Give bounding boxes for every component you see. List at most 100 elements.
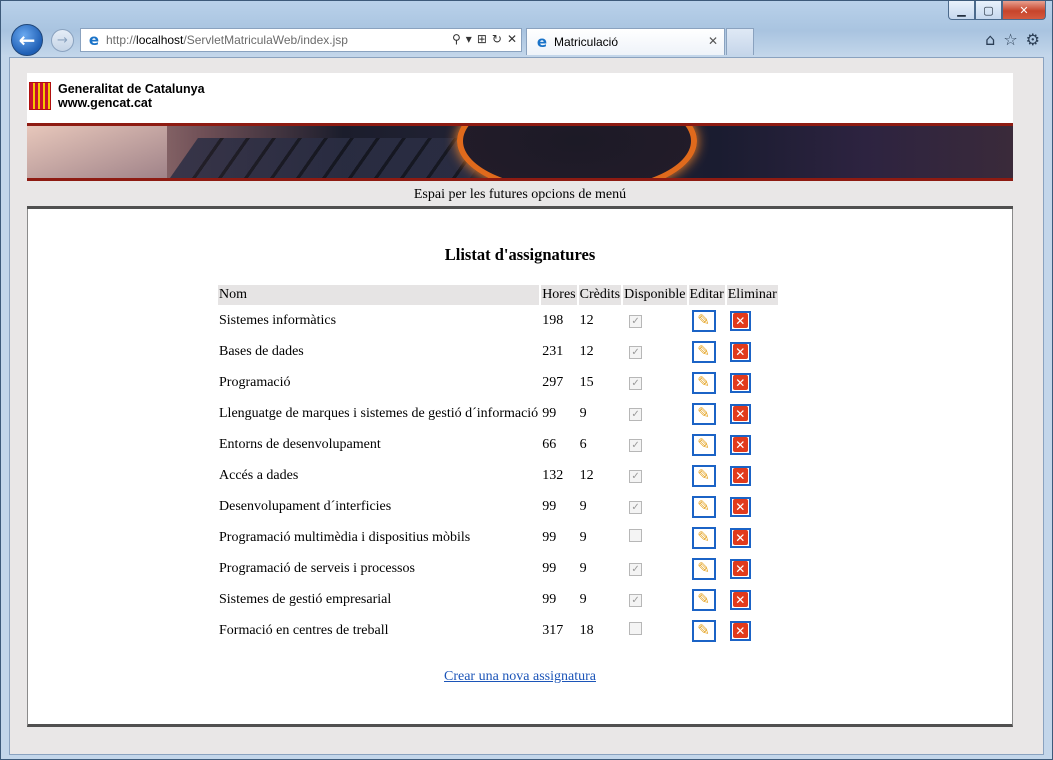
subject-name: Accés a dades: [219, 467, 299, 483]
subject-credits: 9: [579, 498, 587, 514]
subject-hours: 99: [542, 405, 557, 421]
toolbar-icons: ⌂ ☆ ⚙: [985, 30, 1040, 49]
banner-cup: [457, 126, 697, 178]
window-controls: ▁ ▢ ✕: [948, 1, 1046, 21]
stop-icon[interactable]: ✕: [507, 32, 517, 46]
table-row: Programació multimèdia i dispositius mòb…: [218, 522, 778, 553]
tab-close-icon[interactable]: ✕: [708, 34, 718, 48]
settings-gear-icon[interactable]: ⚙: [1026, 30, 1040, 49]
col-disponible: Disponible: [623, 285, 687, 305]
col-editar: Editar: [688, 285, 725, 305]
refresh-icon[interactable]: ↻: [492, 32, 502, 46]
delete-button[interactable]: ✕: [729, 465, 751, 486]
edit-button[interactable]: ✎: [691, 526, 716, 549]
favorites-star-icon[interactable]: ☆: [1003, 30, 1017, 49]
edit-cell: ✎: [689, 553, 725, 584]
delete-button[interactable]: ✕: [729, 527, 751, 548]
delete-cell: ✕: [727, 336, 778, 367]
table-row: Programació de serveis i processos 99 9 ✓ ✎ ✕: [218, 553, 778, 584]
available-checkbox: ✓: [629, 469, 643, 483]
delete-button[interactable]: ✕: [729, 496, 751, 517]
available-checkbox: ✓: [629, 376, 643, 390]
edit-button[interactable]: ✎: [691, 371, 716, 394]
delete-button[interactable]: ✕: [729, 620, 751, 641]
banner-keyboard: [155, 138, 499, 178]
available-checkbox: ✓: [629, 314, 643, 328]
delete-button[interactable]: ✕: [729, 434, 751, 455]
subject-credits: 9: [579, 405, 587, 421]
pencil-icon: ✎: [697, 528, 710, 546]
table-row: Sistemes informàtics 198 12 ✓ ✎ ✕: [218, 305, 778, 336]
subject-hours: 132: [542, 467, 564, 483]
search-icon[interactable]: ⚲: [452, 32, 461, 46]
gencat-logo-text[interactable]: Generalitat de Catalunya www.gencat.cat: [58, 82, 205, 110]
minimize-button[interactable]: ▁: [948, 1, 975, 20]
page-viewport: Generalitat de Catalunya www.gencat.cat …: [9, 57, 1044, 755]
subject-name: Programació: [219, 374, 291, 390]
delete-x-icon: ✕: [732, 375, 748, 390]
pencil-icon: ✎: [697, 621, 710, 639]
subject-name: Programació de serveis i processos: [219, 560, 415, 576]
banner-desk: [27, 126, 167, 178]
subject-hours: 297: [542, 374, 564, 390]
subject-name: Programació multimèdia i dispositius mòb…: [219, 529, 471, 545]
back-button[interactable]: ←: [11, 24, 43, 56]
delete-button[interactable]: ✕: [729, 310, 751, 331]
delete-cell: ✕: [727, 305, 778, 336]
edit-button[interactable]: ✎: [691, 619, 716, 642]
subject-name: Sistemes de gestió empresarial: [219, 591, 392, 607]
available-checkbox: [629, 621, 643, 635]
edit-button[interactable]: ✎: [691, 588, 716, 611]
delete-button[interactable]: ✕: [729, 403, 751, 424]
compat-view-icon[interactable]: ⊞: [477, 32, 487, 46]
dropdown-icon[interactable]: ▾: [466, 32, 472, 46]
delete-x-icon: ✕: [732, 561, 748, 576]
available-cell: ✓: [623, 398, 686, 429]
table-row: Bases de dades 231 12 ✓ ✎ ✕: [218, 336, 778, 367]
delete-button[interactable]: ✕: [729, 558, 751, 579]
new-tab-button[interactable]: [726, 28, 754, 55]
table-row: Entorns de desenvolupament 66 6 ✓ ✎ ✕: [218, 429, 778, 460]
available-cell: [623, 615, 686, 646]
subject-name: Desenvolupament d´interficies: [219, 498, 392, 514]
delete-cell: ✕: [727, 553, 778, 584]
pencil-icon: ✎: [697, 559, 710, 577]
address-tools: ⚲ ▾ ⊞ ↻ ✕: [452, 32, 517, 46]
pencil-icon: ✎: [697, 497, 710, 515]
delete-button[interactable]: ✕: [729, 372, 751, 393]
edit-button[interactable]: ✎: [691, 495, 716, 518]
available-cell: ✓: [623, 336, 686, 367]
available-cell: [623, 522, 686, 553]
edit-button[interactable]: ✎: [691, 402, 716, 425]
maximize-button[interactable]: ▢: [975, 1, 1002, 20]
edit-button[interactable]: ✎: [691, 340, 716, 363]
pencil-icon: ✎: [697, 373, 710, 391]
delete-button[interactable]: ✕: [729, 589, 751, 610]
available-cell: ✓: [623, 367, 686, 398]
delete-button[interactable]: ✕: [729, 341, 751, 362]
create-subject-link[interactable]: Crear una nova assignatura: [444, 669, 596, 684]
address-bar[interactable]: e http://localhost/ServletMatriculaWeb/i…: [80, 28, 522, 52]
available-checkbox: ✓: [629, 345, 643, 359]
menu-bar: Espai per les futures opcions de menú: [27, 181, 1013, 209]
available-checkbox: ✓: [629, 438, 643, 452]
subject-name: Formació en centres de treball: [219, 622, 389, 638]
subject-name: Bases de dades: [219, 343, 304, 359]
edit-cell: ✎: [689, 522, 725, 553]
edit-cell: ✎: [689, 615, 725, 646]
edit-button[interactable]: ✎: [691, 557, 716, 580]
col-eliminar: Eliminar: [726, 285, 778, 305]
delete-cell: ✕: [727, 584, 778, 615]
home-icon[interactable]: ⌂: [985, 30, 995, 49]
available-cell: ✓: [623, 491, 686, 522]
forward-arrow-icon: →: [57, 33, 68, 48]
tab-matriculacio[interactable]: e Matriculació ✕: [526, 28, 725, 55]
forward-button[interactable]: →: [51, 29, 74, 52]
edit-button[interactable]: ✎: [691, 464, 716, 487]
edit-button[interactable]: ✎: [691, 309, 716, 332]
subject-credits: 15: [579, 374, 594, 390]
close-window-button[interactable]: ✕: [1002, 1, 1046, 20]
edit-button[interactable]: ✎: [691, 433, 716, 456]
table-row: Llenguatge de marques i sistemes de gest…: [218, 398, 778, 429]
col-credits: Crèdits: [578, 285, 622, 305]
